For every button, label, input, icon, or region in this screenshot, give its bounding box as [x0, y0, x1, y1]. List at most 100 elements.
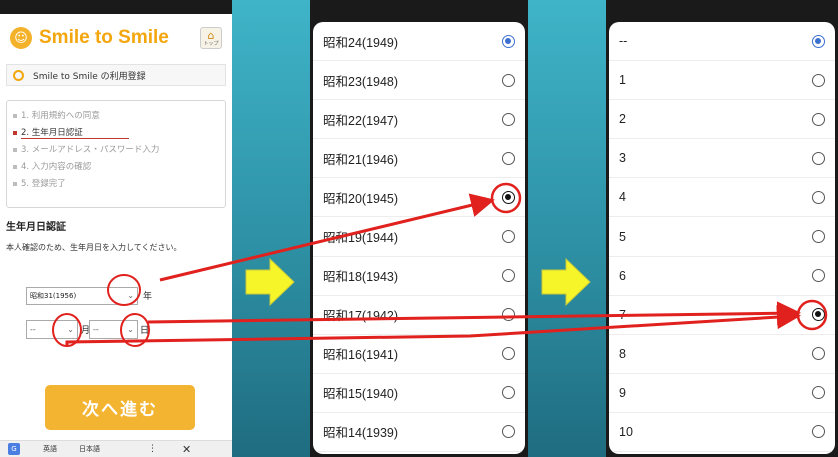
radio-icon — [812, 230, 825, 244]
option-label: 昭和24(1949) — [323, 35, 399, 50]
bullet-icon — [13, 113, 17, 118]
picker-option[interactable]: 8 — [609, 335, 835, 374]
step-item: 1. 利用規約への同意 — [13, 108, 225, 125]
option-label: 5 — [619, 229, 626, 244]
radio-icon — [812, 151, 825, 165]
translate-icon[interactable]: G — [8, 443, 20, 455]
radio-icon — [812, 425, 825, 439]
picker-option-target[interactable]: 7 — [609, 296, 835, 335]
picker-option[interactable]: 昭和14(1939) — [313, 413, 525, 453]
option-label: 昭和22(1947) — [323, 113, 399, 128]
picker-option[interactable]: 昭和18(1943) — [313, 257, 525, 296]
option-label: 3 — [619, 151, 626, 166]
home-button[interactable]: ⌂ トップ — [200, 27, 222, 49]
radio-icon — [812, 73, 825, 87]
translate-japanese[interactable]: 日本語 — [79, 444, 100, 454]
more-options-icon[interactable]: ⋮ — [148, 444, 157, 454]
status-bar — [0, 0, 232, 14]
day-unit-label: 日 — [140, 326, 150, 336]
page-title: Smile to Smile の利用登録 — [33, 71, 146, 82]
option-label: 4 — [619, 190, 626, 205]
radio-icon — [812, 190, 825, 204]
chevron-down-icon: ⌄ — [127, 291, 134, 300]
picker-option[interactable]: 昭和19(1944) — [313, 217, 525, 257]
bullet-icon — [13, 147, 17, 152]
step-label: 4. 入力内容の確認 — [21, 162, 92, 172]
option-label: 昭和15(1940) — [323, 387, 399, 402]
step-item: 5. 登録完了 — [13, 176, 225, 193]
chevron-down-icon: ⌄ — [67, 325, 74, 334]
translate-english[interactable]: 英語 — [43, 444, 57, 454]
radio-marked-icon — [502, 190, 515, 204]
radio-icon — [502, 425, 515, 439]
home-label: トップ — [203, 40, 219, 47]
step-list: 1. 利用規約への同意 2. 生年月日認証 3. メールアドレス・パスワード入力… — [6, 100, 226, 208]
month-select[interactable]: -- ⌄ — [26, 320, 78, 339]
year-select[interactable]: 昭和31(1956) ⌄ — [26, 287, 138, 305]
picker-option[interactable]: 昭和21(1946) — [313, 139, 525, 179]
picker-option[interactable]: 昭和23(1948) — [313, 61, 525, 101]
picker-option[interactable]: 昭和24(1949) — [313, 22, 525, 62]
radio-icon — [502, 269, 515, 283]
step-item: 3. メールアドレス・パスワード入力 — [13, 142, 225, 159]
option-label: 昭和16(1941) — [323, 348, 399, 363]
arrow-right-icon — [245, 257, 295, 307]
option-label: 昭和17(1942) — [323, 309, 399, 324]
picker-option[interactable]: 2 — [609, 100, 835, 140]
picker-option[interactable]: -- — [609, 22, 835, 62]
year-picker-screen: 昭和24(1949) 昭和23(1948) 昭和22(1947) 昭和21(19… — [310, 0, 528, 457]
app-header: ☺ Smile to Smile ⌂ トップ — [0, 14, 232, 62]
picker-option[interactable]: 昭和22(1947) — [313, 100, 525, 140]
option-label: 昭和21(1946) — [323, 152, 399, 167]
option-label: 昭和23(1948) — [323, 74, 399, 89]
step-label: 3. メールアドレス・パスワード入力 — [21, 145, 160, 155]
option-label: 7 — [619, 307, 626, 322]
option-label: 昭和19(1944) — [323, 231, 399, 246]
picker-option[interactable]: 5 — [609, 217, 835, 257]
bullet-icon — [13, 130, 17, 135]
option-label: 6 — [619, 268, 626, 283]
home-icon: ⌂ — [207, 28, 215, 42]
picker-option-target[interactable]: 昭和20(1945) — [313, 178, 525, 218]
close-icon[interactable]: ✕ — [182, 443, 191, 456]
option-label: 10 — [619, 424, 633, 439]
picker-option[interactable]: 昭和17(1942) — [313, 296, 525, 335]
radio-icon — [812, 386, 825, 400]
radio-icon — [812, 347, 825, 361]
option-label: 9 — [619, 385, 626, 400]
picker-option[interactable]: 1 — [609, 61, 835, 101]
radio-icon — [502, 151, 515, 165]
option-label: -- — [619, 34, 628, 49]
radio-icon — [502, 386, 515, 400]
picker-option[interactable]: 9 — [609, 374, 835, 413]
radio-icon — [502, 230, 515, 244]
radio-selected-icon — [812, 34, 825, 48]
option-label: 昭和18(1943) — [323, 270, 399, 285]
picker-option[interactable]: 昭和16(1941) — [313, 335, 525, 374]
section-description: 本人確認のため、生年月日を入力してください。 — [6, 243, 182, 252]
brand-name: Smile to Smile — [39, 27, 169, 48]
step-label: 1. 利用規約への同意 — [21, 111, 100, 121]
day-picker-list: -- 1 2 3 4 5 6 7 8 9 10 — [609, 22, 835, 454]
picker-option[interactable]: 昭和15(1940) — [313, 374, 525, 413]
option-label: 1 — [619, 73, 626, 88]
radio-icon — [812, 112, 825, 126]
section-title: 生年月日認証 — [6, 222, 66, 233]
year-picker-list: 昭和24(1949) 昭和23(1948) 昭和22(1947) 昭和21(19… — [313, 22, 525, 454]
step-label: 5. 登録完了 — [21, 179, 66, 189]
picker-option[interactable]: 3 — [609, 139, 835, 179]
day-select[interactable]: -- ⌄ — [89, 320, 138, 339]
radio-icon — [812, 269, 825, 283]
registration-screen: ☺ Smile to Smile ⌂ トップ Smile to Smile の利… — [0, 0, 232, 457]
next-button[interactable]: 次へ進む — [45, 385, 195, 430]
day-select-value: -- — [93, 325, 99, 334]
picker-option[interactable]: 4 — [609, 178, 835, 218]
picker-option[interactable]: 6 — [609, 257, 835, 296]
separator-gap — [232, 0, 310, 457]
option-label: 昭和20(1945) — [323, 191, 399, 206]
year-select-value: 昭和31(1956) — [30, 292, 77, 300]
year-unit-label: 年 — [143, 292, 153, 302]
picker-option[interactable]: 10 — [609, 413, 835, 453]
option-label: 2 — [619, 112, 626, 127]
bullet-icon — [13, 181, 17, 186]
